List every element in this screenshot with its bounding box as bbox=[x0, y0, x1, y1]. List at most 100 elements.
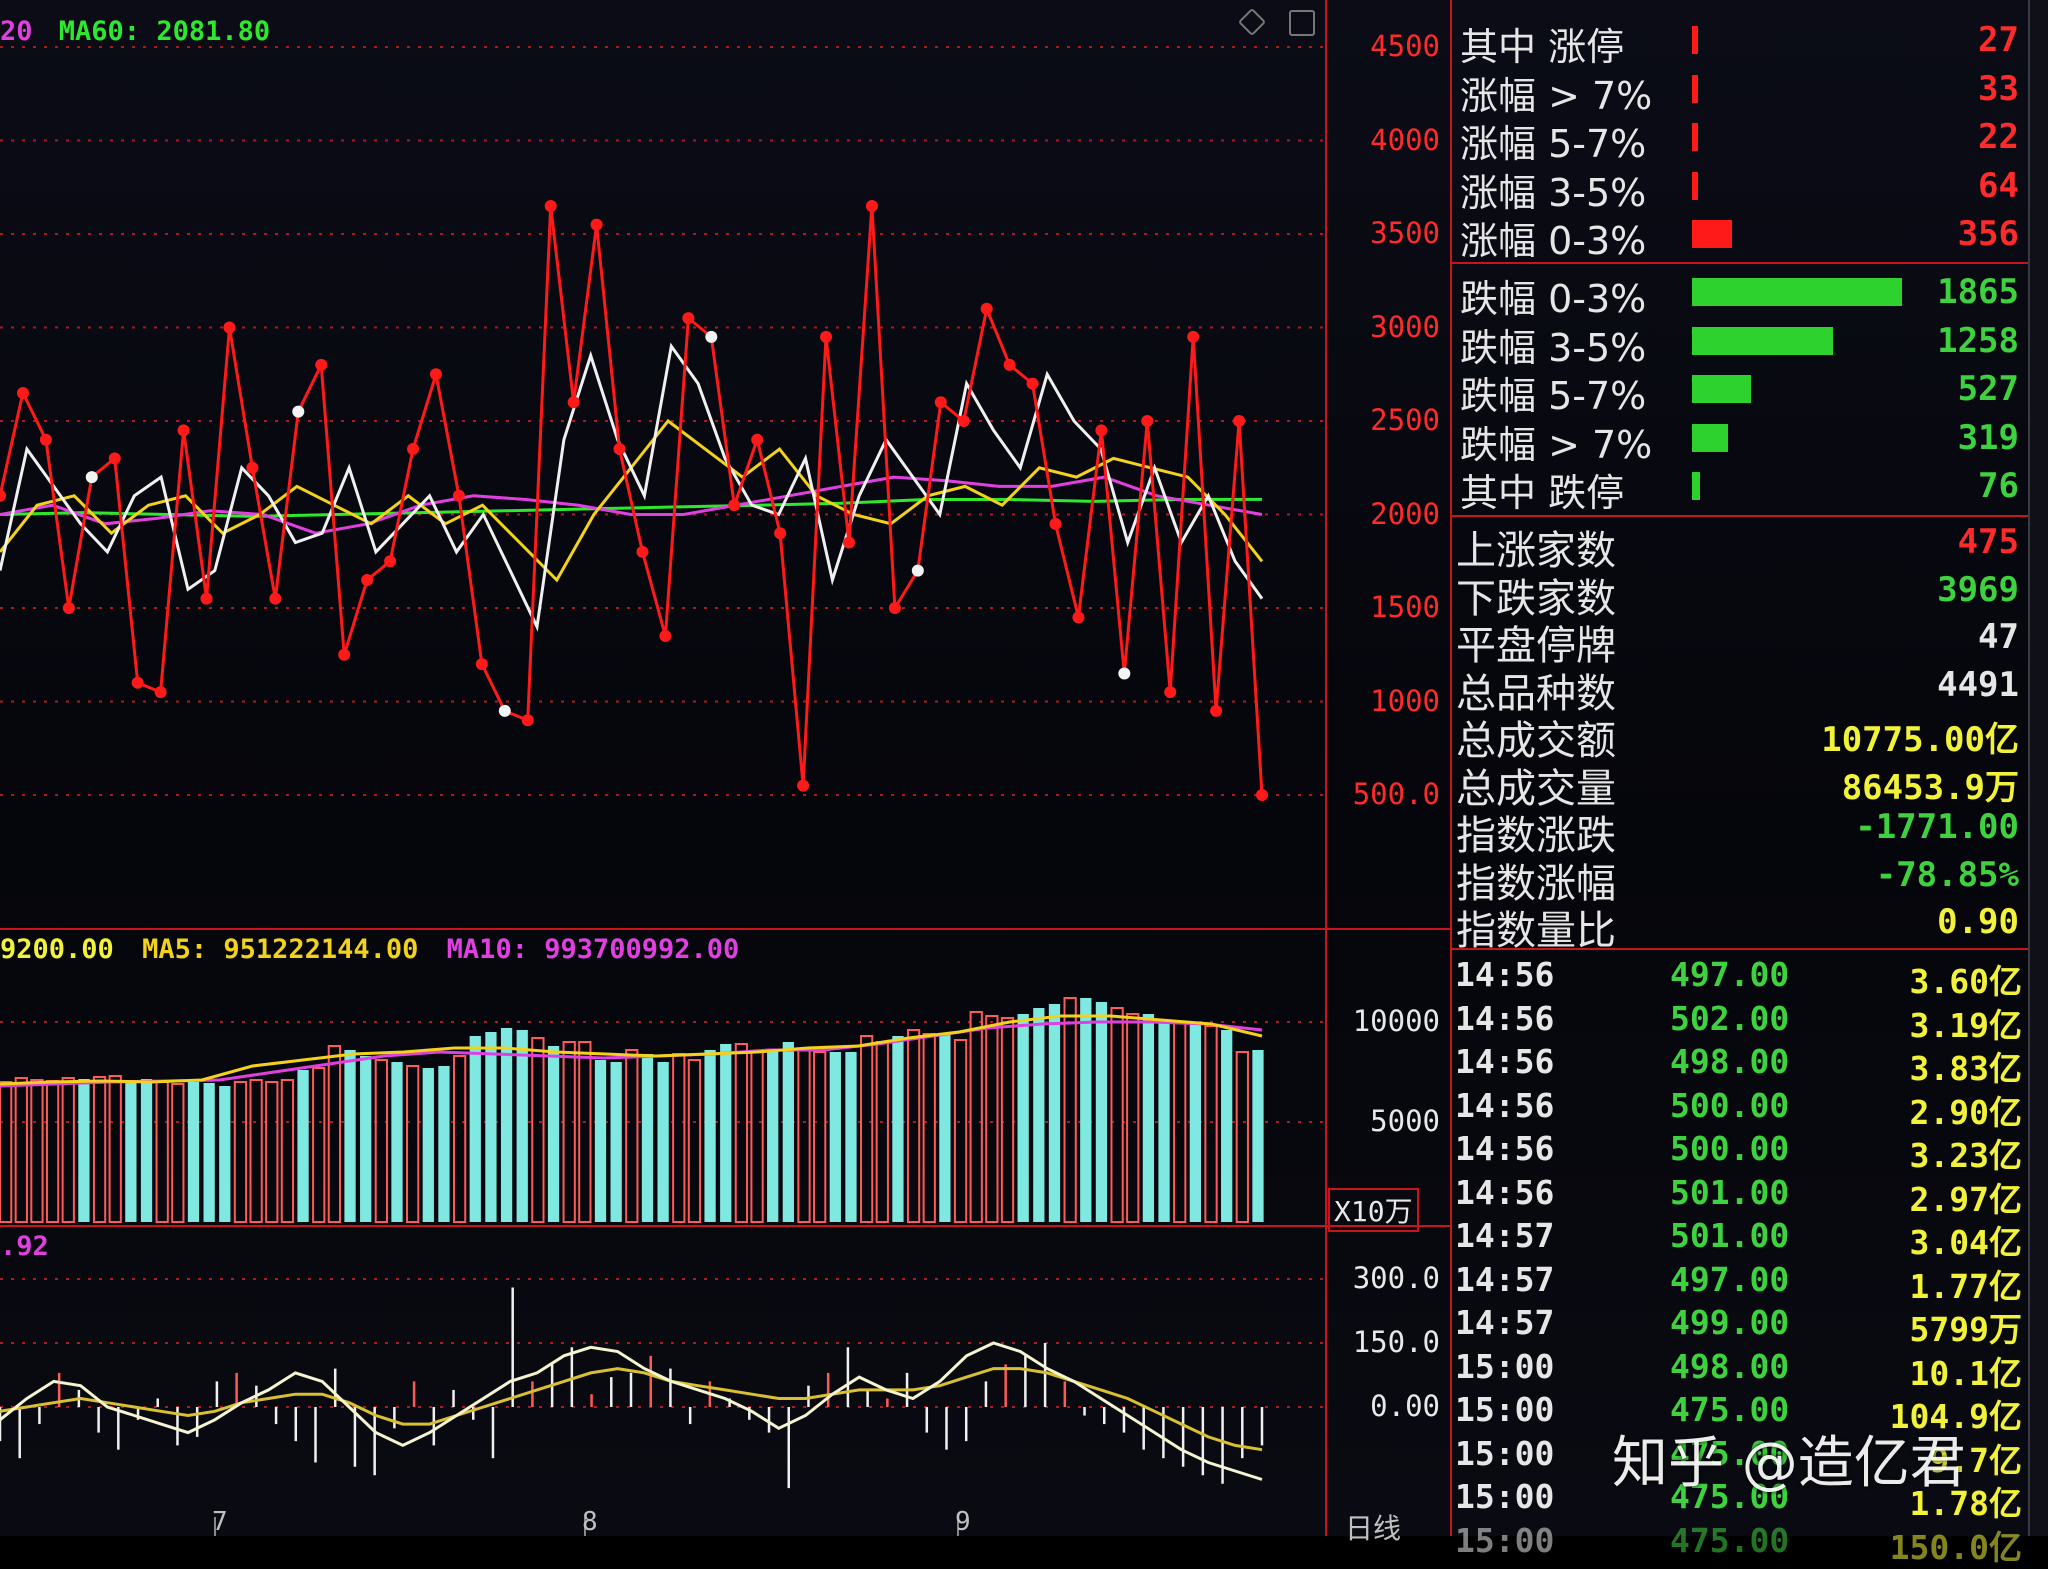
tick-price: 498.00 bbox=[1670, 1346, 1790, 1386]
tick-volume: 3.23亿 bbox=[1909, 1136, 2022, 1175]
summary-row: 平盘停牌 47 bbox=[1452, 615, 2027, 669]
summary-row: 上涨家数 475 bbox=[1452, 520, 2027, 574]
rise-value: 64 bbox=[1978, 165, 2019, 206]
summary-row: 下跌家数 3969 bbox=[1452, 568, 2027, 622]
price-point bbox=[39, 433, 52, 446]
rise-label: 涨幅 5-7% bbox=[1460, 122, 1647, 166]
price-point bbox=[1118, 667, 1131, 680]
tick-row[interactable]: 14:56 500.00 3.23亿 bbox=[1452, 1129, 2022, 1175]
tick-time: 14:57 bbox=[1455, 1216, 1555, 1255]
price-point bbox=[613, 443, 626, 456]
rise-bar bbox=[1692, 123, 1698, 151]
price-point bbox=[1049, 517, 1062, 530]
main-y-tick-label: 2500 bbox=[1370, 403, 1440, 437]
watermark: 知乎 @造亿君 bbox=[1612, 1431, 1966, 1496]
summary-row: 指数量比 0.90 bbox=[1452, 900, 2027, 954]
summary-value: 0.90 bbox=[1937, 902, 2019, 942]
price-point bbox=[154, 686, 167, 699]
fall-bar bbox=[1692, 326, 1833, 355]
price-point bbox=[498, 704, 511, 717]
tick-row[interactable]: 14:56 502.00 3.19亿 bbox=[1452, 998, 2022, 1045]
fall-value: 76 bbox=[1978, 466, 2019, 506]
rise-row: 涨幅 > 7% 33 bbox=[1452, 67, 2027, 118]
fall-label: 跌幅 5-7% bbox=[1460, 374, 1647, 418]
fall-value: 527 bbox=[1957, 369, 2019, 409]
tick-price: 498.00 bbox=[1670, 1042, 1790, 1081]
tick-row[interactable]: 14:56 501.00 2.97亿 bbox=[1452, 1172, 2022, 1219]
summary-value: 86453.9万 bbox=[1841, 767, 2019, 808]
fall-row: 其中 跌停 76 bbox=[1452, 464, 2027, 515]
fall-row: 跌幅 5-7% 527 bbox=[1452, 367, 2027, 418]
tick-row[interactable]: 14:57 499.00 5799万 bbox=[1452, 1303, 2022, 1349]
tick-price: 500.00 bbox=[1670, 1129, 1790, 1168]
main-chart-panel[interactable]: 20 MA60: 2081.80 bbox=[0, 0, 1325, 928]
price-point bbox=[177, 424, 190, 437]
tick-row[interactable]: 15:00 498.00 10.1亿 bbox=[1452, 1346, 2022, 1393]
fall-bar bbox=[1692, 278, 1902, 306]
rise-row: 涨幅 3-5% 64 bbox=[1452, 164, 2027, 215]
tick-row[interactable]: 14:57 497.00 1.77亿 bbox=[1452, 1260, 2022, 1306]
tick-volume: 5799万 bbox=[1909, 1310, 2022, 1349]
tick-price: 502.00 bbox=[1670, 998, 1790, 1038]
tick-volume: 2.97亿 bbox=[1909, 1179, 2022, 1219]
price-point bbox=[728, 499, 741, 512]
tick-price: 499.00 bbox=[1670, 1303, 1790, 1342]
price-point bbox=[567, 396, 580, 409]
ma5-line bbox=[0, 342, 1264, 632]
summary-value: 3969 bbox=[1937, 569, 2019, 610]
rise-row: 涨幅 0-3% 356 bbox=[1452, 212, 2027, 263]
tick-row[interactable]: 15:00 475.00 150.0亿 bbox=[1452, 1520, 2022, 1567]
tick-volume: 3.19亿 bbox=[1909, 1005, 2022, 1045]
summary-row: 总成交量 86453.9万 bbox=[1452, 758, 2027, 812]
tick-volume: 10.1亿 bbox=[1909, 1353, 2022, 1393]
ma20-legend: 20 bbox=[0, 16, 33, 47]
tick-price: 501.00 bbox=[1670, 1216, 1790, 1255]
price-point bbox=[705, 330, 718, 343]
rise-label: 涨幅 0-3% bbox=[1460, 219, 1647, 263]
tick-row[interactable]: 14:57 501.00 3.04亿 bbox=[1452, 1216, 2022, 1262]
tick-time: 14:56 bbox=[1455, 998, 1555, 1038]
fall-label: 跌幅 > 7% bbox=[1460, 422, 1653, 467]
tick-price: 501.00 bbox=[1670, 1172, 1790, 1212]
price-point bbox=[1164, 686, 1177, 699]
price-point bbox=[636, 545, 649, 558]
tick-time: 14:57 bbox=[1455, 1303, 1555, 1342]
price-point bbox=[131, 676, 144, 689]
fall-row: 跌幅 0-3% 1865 bbox=[1452, 270, 2027, 321]
rise-value: 356 bbox=[1957, 214, 2019, 254]
price-point bbox=[1233, 415, 1246, 427]
price-point bbox=[911, 564, 924, 577]
tick-row[interactable]: 14:56 498.00 3.83亿 bbox=[1452, 1042, 2022, 1088]
tick-volume: 150.0亿 bbox=[1889, 1527, 2022, 1567]
price-point bbox=[1026, 377, 1039, 390]
tick-volume: 3.60亿 bbox=[1909, 962, 2022, 1001]
price-point bbox=[200, 592, 213, 605]
main-y-tick-label: 3000 bbox=[1370, 309, 1440, 344]
price-point bbox=[452, 489, 465, 502]
tick-time: 14:56 bbox=[1455, 1172, 1555, 1212]
price-point bbox=[1095, 424, 1108, 437]
rise-bar bbox=[1692, 220, 1732, 248]
price-point bbox=[682, 312, 695, 325]
summary-value: -1771.00 bbox=[1855, 807, 2019, 847]
main-legend: 20 MA60: 2081.80 bbox=[0, 16, 270, 47]
rise-fall-divider bbox=[1452, 262, 2032, 264]
side-scrollbar[interactable] bbox=[2028, 0, 2048, 1536]
rise-label: 其中 涨停 bbox=[1460, 25, 1625, 69]
main-y-tick-label: 1500 bbox=[1370, 590, 1440, 624]
rise-bar bbox=[1692, 26, 1698, 54]
price-point bbox=[16, 386, 29, 399]
price-point bbox=[774, 527, 787, 540]
ma60-legend: MA60: 2081.80 bbox=[58, 16, 271, 47]
tick-price: 475.00 bbox=[1670, 1520, 1790, 1560]
main-price-chart[interactable] bbox=[0, 0, 1325, 928]
price-point bbox=[85, 471, 98, 484]
price-point bbox=[361, 573, 374, 586]
stats-panel: 其中 涨停 27 涨幅 > 7% 33 涨幅 5-7% 22 涨幅 3-5% 64 涨幅 0-3… bbox=[1452, 0, 2032, 954]
summary-row: 总品种数 4491 bbox=[1452, 663, 2027, 717]
tick-price: 500.00 bbox=[1670, 1085, 1790, 1125]
tick-row[interactable]: 14:56 497.00 3.60亿 bbox=[1452, 955, 2022, 1001]
fall-value: 1258 bbox=[1937, 320, 2019, 361]
price-point bbox=[269, 592, 282, 605]
tick-row[interactable]: 14:56 500.00 2.90亿 bbox=[1452, 1085, 2022, 1132]
